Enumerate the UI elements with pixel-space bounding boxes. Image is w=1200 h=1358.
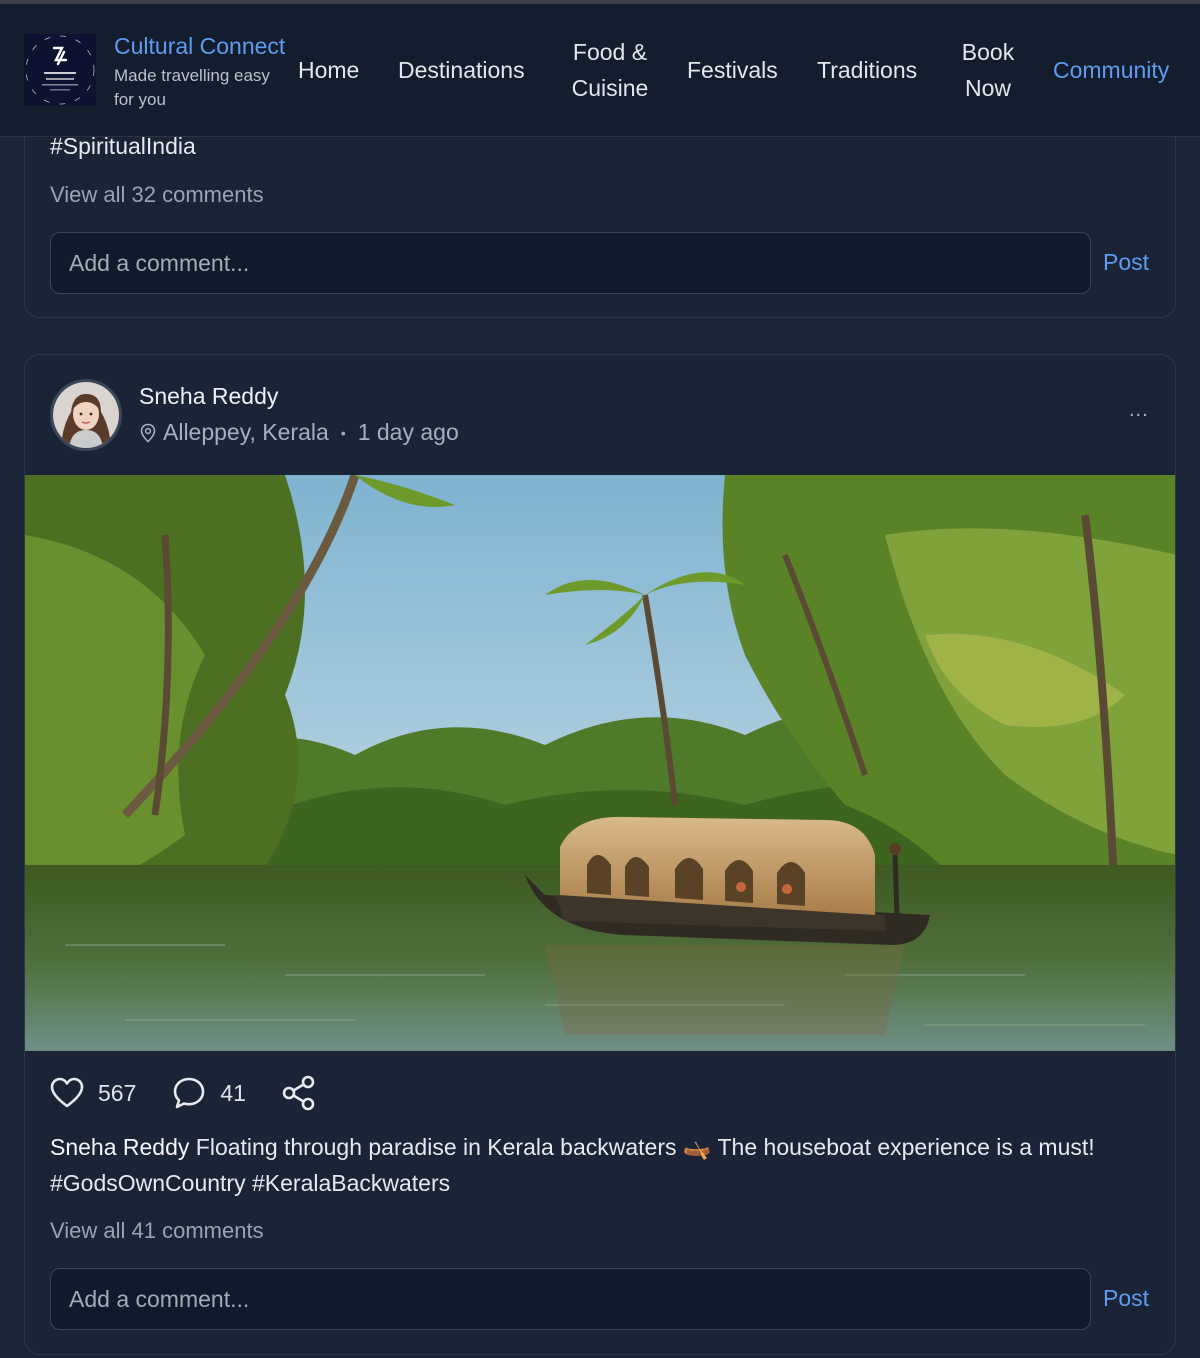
- logo-emblem: [24, 34, 96, 106]
- post-image[interactable]: [25, 475, 1175, 1051]
- post-comment-button[interactable]: Post: [1103, 1285, 1149, 1312]
- comment-input[interactable]: [51, 1269, 1090, 1329]
- brand-title[interactable]: Cultural Connect: [114, 33, 285, 60]
- nav-festivals[interactable]: Festivals: [687, 52, 778, 88]
- map-pin-icon: [140, 423, 156, 443]
- heart-icon: [50, 1077, 84, 1108]
- nav-home[interactable]: Home: [298, 52, 359, 88]
- comment-button[interactable]: 41: [172, 1076, 246, 1110]
- speech-bubble-icon: [174, 1077, 205, 1109]
- comment-input-wrapper: [50, 232, 1091, 294]
- view-all-comments-link[interactable]: View all 32 comments: [50, 182, 264, 208]
- brand-logo[interactable]: [24, 34, 96, 106]
- post-caption: Sneha Reddy Floating through paradise in…: [50, 1129, 1150, 1201]
- share-icon: [282, 1075, 315, 1111]
- nav-food-cuisine[interactable]: Food & Cuisine: [566, 34, 654, 106]
- post-card: Sneha Reddy Alleppey, Kerala • 1 day ago…: [24, 354, 1176, 1355]
- caption-author[interactable]: Sneha Reddy: [50, 1134, 189, 1160]
- post-meta: Alleppey, Kerala • 1 day ago: [139, 419, 459, 446]
- avatar-image: [53, 382, 119, 448]
- nav-destinations[interactable]: Destinations: [398, 52, 525, 88]
- like-count: 567: [98, 1079, 137, 1106]
- share-button[interactable]: [282, 1075, 316, 1111]
- post-timestamp: 1 day ago: [357, 419, 459, 445]
- post-comment-button[interactable]: Post: [1103, 249, 1149, 276]
- comment-count: 41: [220, 1079, 246, 1106]
- caption-text: Floating through paradise in Kerala back…: [50, 1134, 1095, 1196]
- nav-traditions[interactable]: Traditions: [817, 52, 917, 88]
- brand-tagline: Made travelling easy for you: [114, 66, 270, 109]
- post-hashtags[interactable]: #SpiritualIndia: [50, 133, 196, 160]
- comment-input-wrapper: [50, 1268, 1091, 1330]
- post-actions: 567 41: [50, 1073, 352, 1113]
- like-button[interactable]: 567: [50, 1077, 136, 1109]
- nav-book-now[interactable]: Book Now: [953, 34, 1023, 106]
- meta-separator: •: [340, 424, 346, 441]
- author-avatar[interactable]: [50, 379, 122, 451]
- nav-community[interactable]: Community: [1053, 52, 1169, 88]
- top-navbar: Cultural Connect Made travelling easy fo…: [0, 4, 1200, 137]
- view-all-comments-link[interactable]: View all 41 comments: [50, 1218, 264, 1244]
- backwaters-houseboat-photo: [25, 475, 1175, 1051]
- comment-input[interactable]: [51, 233, 1090, 293]
- post-location[interactable]: Alleppey, Kerala: [163, 419, 329, 446]
- author-name[interactable]: Sneha Reddy: [139, 383, 278, 410]
- more-options-button[interactable]: ...: [1129, 399, 1149, 422]
